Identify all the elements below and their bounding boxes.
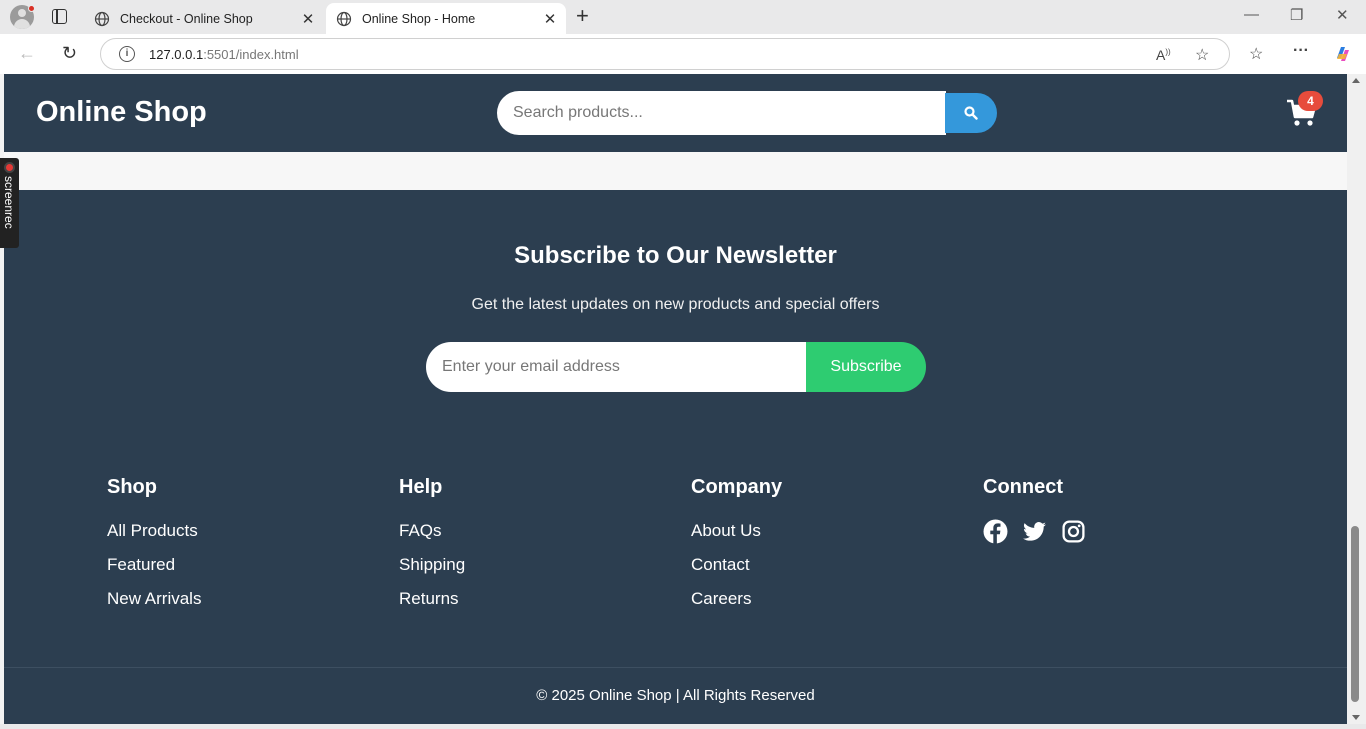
tab-title: Checkout - Online Shop bbox=[120, 11, 253, 26]
cart-count-badge: 4 bbox=[1298, 91, 1323, 111]
page-viewport: Online Shop 4 Subscribe to Our Newslette… bbox=[4, 74, 1347, 724]
scrollbar-thumb[interactable] bbox=[1351, 526, 1359, 702]
newsletter-title: Subscribe to Our Newsletter bbox=[514, 242, 837, 269]
footer-link-faqs[interactable]: FAQs bbox=[399, 521, 659, 555]
window-bottom-edge bbox=[0, 724, 1366, 729]
footer-column-connect: Connect bbox=[983, 476, 1243, 544]
favorite-star-icon[interactable]: ☆ bbox=[1195, 45, 1209, 65]
favorites-icon[interactable]: ☆ bbox=[1249, 44, 1263, 64]
facebook-icon[interactable] bbox=[983, 519, 1008, 544]
newsletter-email-input[interactable] bbox=[426, 342, 807, 392]
footer-link-all-products[interactable]: All Products bbox=[107, 521, 367, 555]
close-icon[interactable]: ✕ bbox=[540, 10, 560, 28]
site-header: Online Shop 4 bbox=[4, 74, 1347, 152]
instagram-icon[interactable] bbox=[1061, 519, 1086, 544]
copilot-icon[interactable] bbox=[1333, 44, 1353, 64]
tab-title: Online Shop - Home bbox=[362, 11, 476, 26]
tab-actions-icon[interactable] bbox=[52, 9, 67, 24]
record-icon bbox=[4, 162, 15, 173]
notification-dot bbox=[28, 5, 35, 12]
footer-column-help: Help FAQs Shipping Returns bbox=[399, 476, 659, 623]
close-icon[interactable]: ✕ bbox=[298, 10, 318, 28]
content-gap bbox=[4, 152, 1347, 190]
tab-home[interactable]: Online Shop - Home ✕ bbox=[326, 3, 566, 34]
search-input[interactable] bbox=[497, 91, 946, 135]
restore-icon[interactable]: ❐ bbox=[1290, 6, 1303, 24]
reload-icon[interactable]: ↻ bbox=[62, 43, 77, 63]
footer-link-returns[interactable]: Returns bbox=[399, 589, 659, 623]
close-window-icon[interactable]: ✕ bbox=[1336, 6, 1349, 24]
new-tab-button[interactable]: + bbox=[576, 4, 589, 28]
page-scrollbar[interactable] bbox=[1347, 74, 1366, 724]
search-button[interactable] bbox=[945, 93, 997, 133]
footer-column-title: Shop bbox=[107, 476, 157, 498]
copyright-text: © 2025 Online Shop | All Rights Reserved bbox=[536, 687, 815, 704]
back-icon[interactable]: ← bbox=[18, 43, 36, 63]
footer-column-shop: Shop All Products Featured New Arrivals bbox=[107, 476, 367, 623]
subscribe-button[interactable]: Subscribe bbox=[806, 342, 926, 392]
screenrec-widget[interactable]: screenrec bbox=[0, 158, 19, 248]
more-options-icon[interactable]: ··· bbox=[1293, 42, 1309, 60]
site-footer: Subscribe to Our Newsletter Get the late… bbox=[4, 190, 1347, 724]
globe-icon bbox=[94, 11, 110, 26]
browser-tab-bar: Checkout - Online Shop ✕ Online Shop - H… bbox=[0, 0, 1366, 34]
newsletter-subtitle: Get the latest updates on new products a… bbox=[471, 296, 880, 313]
footer-link-careers[interactable]: Careers bbox=[691, 589, 951, 623]
url-field[interactable]: i 127.0.0.1:5501/index.html A)) ☆ bbox=[100, 38, 1230, 70]
footer-link-featured[interactable]: Featured bbox=[107, 555, 367, 589]
address-bar-row: ← ↻ i 127.0.0.1:5501/index.html A)) ☆ ☆ … bbox=[0, 34, 1366, 74]
footer-link-shipping[interactable]: Shipping bbox=[399, 555, 659, 589]
twitter-icon[interactable] bbox=[1022, 519, 1047, 544]
site-logo[interactable]: Online Shop bbox=[36, 96, 207, 129]
footer-column-title: Help bbox=[399, 476, 443, 498]
social-links bbox=[983, 519, 1243, 544]
footer-column-title: Connect bbox=[983, 476, 1063, 498]
minimize-icon[interactable]: — bbox=[1244, 6, 1259, 23]
footer-divider bbox=[4, 667, 1347, 668]
footer-column-company: Company About Us Contact Careers bbox=[691, 476, 951, 623]
footer-link-contact[interactable]: Contact bbox=[691, 555, 951, 589]
info-icon[interactable]: i bbox=[119, 46, 135, 62]
footer-column-title: Company bbox=[691, 476, 783, 498]
globe-icon bbox=[336, 11, 352, 26]
scroll-down-arrow-icon[interactable] bbox=[1352, 715, 1360, 720]
url-text: 127.0.0.1:5501/index.html bbox=[149, 47, 299, 62]
footer-link-new-arrivals[interactable]: New Arrivals bbox=[107, 589, 367, 623]
screenrec-label: screenrec bbox=[2, 176, 16, 229]
tab-checkout[interactable]: Checkout - Online Shop ✕ bbox=[84, 3, 324, 34]
scroll-up-arrow-icon[interactable] bbox=[1352, 78, 1360, 83]
read-aloud-icon[interactable]: A)) bbox=[1156, 47, 1171, 63]
footer-link-about-us[interactable]: About Us bbox=[691, 521, 951, 555]
search-icon bbox=[964, 106, 978, 120]
